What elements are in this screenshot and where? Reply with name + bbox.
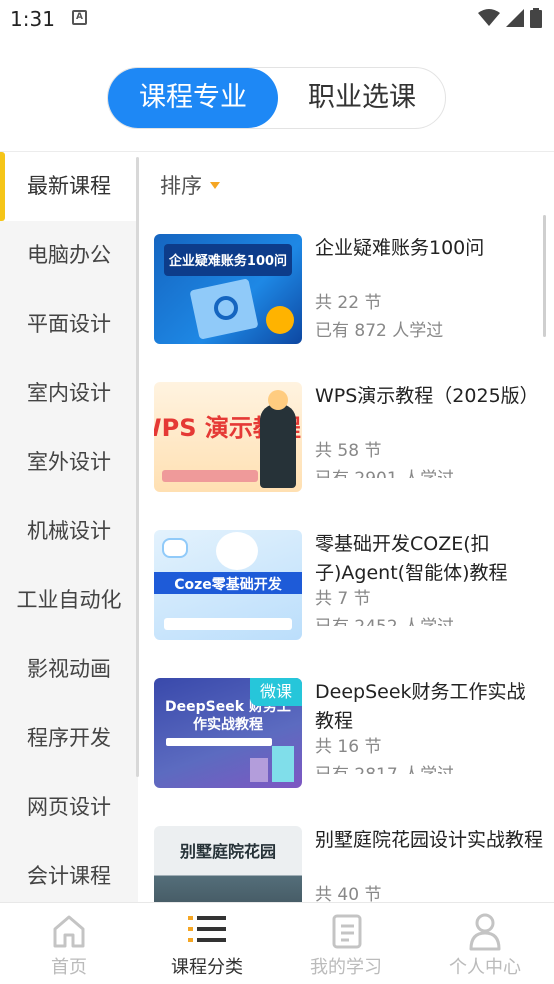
signal-icon	[506, 9, 524, 27]
course-learned-count: 已有 2901 人学过	[315, 464, 454, 478]
sidebar-item-programming[interactable]: 程序开发	[0, 704, 138, 773]
notebook-icon	[332, 914, 362, 949]
nav-personal-center[interactable]: 个人中心	[416, 903, 554, 984]
nav-course-categories[interactable]: 课程分类	[138, 903, 276, 984]
status-bar: 1:31 A	[0, 0, 554, 38]
sort-button[interactable]: 排序	[160, 170, 220, 200]
sidebar-item-exterior-design[interactable]: 室外设计	[0, 428, 138, 497]
course-title: 零基础开发COZE(扣子)Agent(智能体)教程	[315, 533, 508, 584]
course-lessons: 共 16 节	[315, 737, 382, 757]
course-thumbnail: 企业疑难账务100问	[154, 234, 302, 344]
course-item[interactable]: 企业疑难账务100问 企业疑难账务100问 共 22 节 已有 872 人学过	[140, 214, 554, 362]
mascot-graphic	[216, 532, 258, 570]
magnifier-icon	[214, 296, 238, 320]
nav-my-learning[interactable]: 我的学习	[277, 903, 415, 984]
course-lessons: 共 22 节	[315, 293, 382, 313]
status-time: 1:31	[10, 7, 55, 31]
thumb-text: 别墅庭院花园	[179, 842, 276, 861]
wifi-icon	[478, 9, 500, 26]
course-title: 企业疑难账务100问	[315, 237, 485, 259]
tab-career-select[interactable]: 职业选课	[278, 68, 446, 128]
category-sidebar: 最新课程 电脑办公 平面设计 室内设计 室外设计 机械设计 工业自动化 影视动画…	[0, 152, 138, 902]
course-thumbnail: DeepSeek 财务工作实战教程 微课	[154, 678, 302, 788]
course-title: WPS演示教程（2025版）	[315, 385, 539, 407]
notification-a-icon: A	[72, 10, 87, 25]
course-title: DeepSeek财务工作实战教程	[315, 681, 526, 732]
coin-graphic	[266, 306, 294, 334]
tab-course-major[interactable]: 课程专业	[108, 68, 278, 128]
thumb-text: 企业疑难账务100问	[168, 254, 288, 269]
person-icon	[469, 913, 501, 951]
sidebar-item-accounting[interactable]: 会计课程	[0, 842, 138, 902]
bottom-nav: 首页 课程分类 我的学习 个人中心	[0, 902, 554, 984]
list-scrollbar[interactable]	[543, 215, 546, 337]
status-icons	[478, 8, 542, 28]
presenter-head	[268, 390, 288, 410]
nav-home-label: 首页	[51, 957, 87, 978]
battery-icon	[530, 8, 542, 28]
presenter-graphic	[260, 404, 296, 488]
sidebar-item-industrial-automation[interactable]: 工业自动化	[0, 566, 138, 635]
list-icon	[188, 916, 226, 942]
course-lessons: 共 40 节	[315, 885, 382, 902]
course-learned-count: 已有 2452 人学过	[315, 612, 454, 626]
sidebar-item-office[interactable]: 电脑办公	[0, 221, 138, 290]
sidebar-item-mechanical-design[interactable]: 机械设计	[0, 497, 138, 566]
course-learned-count: 已有 872 人学过	[315, 321, 444, 341]
sidebar-item-latest[interactable]: 最新课程	[0, 152, 138, 221]
thumb-stripe	[162, 470, 258, 482]
category-tabs: 课程专业 职业选课	[107, 67, 446, 129]
nav-my-learning-label: 我的学习	[310, 957, 382, 978]
course-item[interactable]: 别墅庭院花园 别墅庭院花园设计实战教程 共 40 节	[140, 806, 554, 902]
course-list: 企业疑难账务100问 企业疑难账务100问 共 22 节 已有 872 人学过 …	[140, 214, 554, 902]
thumb-stripe	[166, 738, 272, 746]
building-graphic	[250, 758, 268, 782]
thumb-text: Coze零基础开发	[174, 577, 282, 593]
thumb-stripe	[164, 618, 292, 630]
course-lessons: 共 7 节	[315, 589, 371, 609]
home-icon	[53, 915, 85, 948]
building-graphic	[272, 746, 294, 782]
sidebar-item-graphic-design[interactable]: 平面设计	[0, 290, 138, 359]
course-item[interactable]: Coze零基础开发 零基础开发COZE(扣子)Agent(智能体)教程 共 7 …	[140, 510, 554, 658]
sort-arrow-icon	[210, 181, 220, 189]
nav-personal-center-label: 个人中心	[449, 957, 521, 978]
course-learned-count: 已有 2817 人学过	[315, 760, 454, 774]
nav-home[interactable]: 首页	[0, 903, 138, 984]
course-title: 别墅庭院花园设计实战教程	[315, 829, 544, 851]
sidebar-item-web-design[interactable]: 网页设计	[0, 773, 138, 842]
course-item[interactable]: WPS 演示教程 WPS演示教程（2025版） 共 58 节 已有 2901 人…	[140, 362, 554, 510]
nav-course-categories-label: 课程分类	[171, 957, 243, 978]
course-thumbnail: Coze零基础开发	[154, 530, 302, 640]
sidebar-active-indicator	[0, 152, 5, 221]
sort-label: 排序	[160, 174, 202, 198]
sidebar-item-film-animation[interactable]: 影视动画	[0, 635, 138, 704]
micro-course-badge: 微课	[249, 678, 302, 706]
course-item[interactable]: DeepSeek 财务工作实战教程 微课 DeepSeek财务工作实战教程 共 …	[140, 658, 554, 806]
chat-bubble-icon	[162, 538, 188, 558]
sidebar-scrollbar[interactable]	[136, 157, 139, 777]
course-lessons: 共 58 节	[315, 441, 382, 461]
course-thumbnail: WPS 演示教程	[154, 382, 302, 492]
sidebar-item-interior-design[interactable]: 室内设计	[0, 359, 138, 428]
course-thumbnail: 别墅庭院花园	[154, 826, 302, 902]
